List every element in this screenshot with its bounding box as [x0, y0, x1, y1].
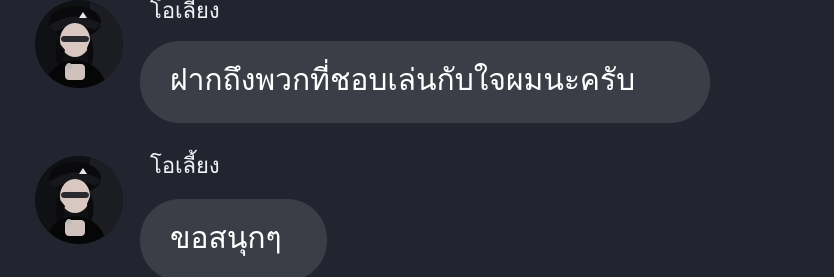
- sender-name: โอเลี้ยง: [150, 154, 220, 179]
- avatar-photo-icon: [35, 0, 123, 88]
- avatar-photo-icon: [35, 156, 123, 244]
- chat-thread: โอเลี้ยง ฝากถึงพวกที่ชอบเล่นกับใจผมนะครั…: [0, 0, 834, 277]
- avatar[interactable]: [35, 0, 123, 88]
- message-bubble[interactable]: ขอสนุกๆ: [140, 199, 327, 277]
- avatar[interactable]: [35, 156, 123, 244]
- message-bubble[interactable]: ฝากถึงพวกที่ชอบเล่นกับใจผมนะครับ: [140, 41, 710, 123]
- sender-name: โอเลี้ยง: [150, 0, 220, 24]
